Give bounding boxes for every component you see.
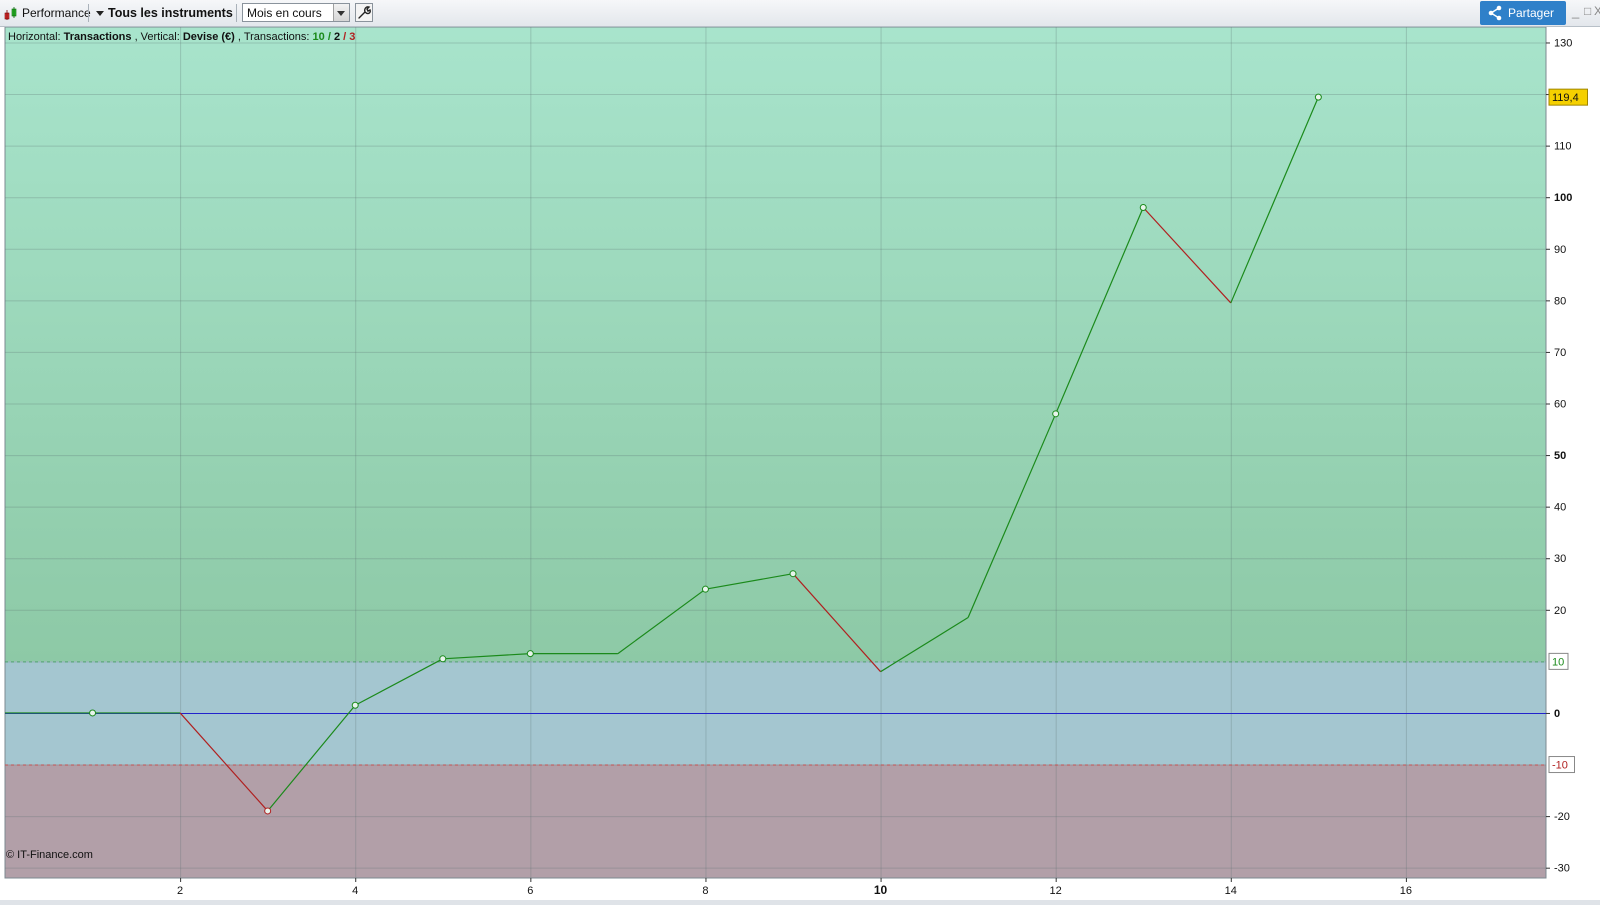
x-tick-label: 8	[702, 885, 708, 897]
loss-zone	[5, 764, 1546, 878]
info-h-value: Transactions	[64, 31, 132, 43]
select-dropdown-button[interactable]	[333, 4, 349, 21]
toolbar-divider	[88, 4, 89, 22]
maximize-icon[interactable]: □	[1584, 4, 1591, 18]
x-axis-panel	[0, 879, 1600, 900]
chevron-down-icon	[337, 11, 345, 16]
data-point[interactable]	[89, 709, 97, 717]
y-tick-label: -20	[1554, 811, 1570, 823]
data-point[interactable]	[701, 585, 709, 593]
y-tick-label: 70	[1554, 347, 1566, 359]
info-v-prefix: , Vertical:	[135, 31, 183, 43]
data-point[interactable]	[351, 701, 359, 709]
x-tick-label: 14	[1225, 885, 1237, 897]
info-t-prefix: , Transactions:	[238, 31, 313, 43]
x-tick-label: 6	[527, 885, 533, 897]
x-tick-label: 16	[1400, 885, 1412, 897]
info-t-win: 10	[313, 31, 325, 43]
lower-threshold-label: -10	[1552, 760, 1568, 772]
share-icon	[1488, 5, 1502, 21]
y-tick-label: 30	[1554, 553, 1566, 565]
performance-chart[interactable]: -30-200203040506070809010011012013024681…	[0, 26, 1600, 900]
y-tick-label: 20	[1554, 605, 1566, 617]
period-select[interactable]: Mois en cours	[242, 3, 350, 22]
last-value-label: 119,4	[1552, 92, 1579, 104]
chevron-down-icon	[96, 11, 104, 16]
toolbar-divider	[236, 4, 237, 22]
performance-icon	[4, 7, 17, 20]
info-t-loss: 3	[349, 31, 355, 43]
performance-menu[interactable]: Performance	[4, 3, 91, 23]
y-tick-label: 80	[1554, 295, 1566, 307]
x-tick-label: 12	[1050, 885, 1062, 897]
info-h-prefix: Horizontal:	[8, 31, 64, 43]
watermark: © IT-Finance.com	[6, 849, 93, 861]
period-select-value: Mois en cours	[247, 6, 322, 20]
x-tick-label: 4	[352, 885, 358, 897]
profit-zone	[5, 27, 1546, 662]
y-tick-label: 50	[1554, 450, 1566, 462]
y-tick-label: 100	[1554, 192, 1572, 204]
chart-info-bar: Horizontal: Transactions , Vertical: Dev…	[8, 31, 355, 43]
y-tick-label: -30	[1554, 863, 1570, 875]
data-point[interactable]	[1314, 93, 1322, 101]
y-tick-label: 110	[1554, 141, 1572, 153]
share-label: Partager	[1508, 6, 1555, 20]
settings-button[interactable]	[355, 3, 373, 22]
info-v-value: Devise (€)	[183, 31, 235, 43]
data-point[interactable]	[264, 807, 272, 815]
data-point[interactable]	[1052, 410, 1060, 418]
close-icon[interactable]: X	[1594, 4, 1600, 18]
data-point[interactable]	[1139, 204, 1147, 212]
info-t-neutral: 2	[334, 31, 340, 43]
data-point[interactable]	[526, 650, 534, 658]
wrench-icon	[358, 6, 371, 19]
instruments-label: Tous les instruments	[108, 6, 233, 20]
toolbar: Performance Tous les instruments Mois en…	[0, 0, 1600, 27]
y-tick-label: 130	[1554, 37, 1572, 49]
performance-label: Performance	[22, 6, 91, 20]
x-tick-label: 2	[177, 885, 183, 897]
data-point[interactable]	[439, 655, 447, 663]
x-tick-label: 10	[874, 883, 888, 897]
minimize-icon[interactable]: _	[1572, 4, 1579, 19]
y-tick-label: 90	[1554, 244, 1566, 256]
data-point[interactable]	[789, 570, 797, 578]
share-button[interactable]: Partager	[1480, 1, 1566, 25]
y-tick-label: 60	[1554, 399, 1566, 411]
instruments-dropdown[interactable]: Tous les instruments	[96, 3, 233, 23]
upper-threshold-label: 10	[1552, 656, 1564, 668]
chart-area[interactable]: -30-200203040506070809010011012013024681…	[0, 26, 1600, 900]
y-tick-label: 0	[1554, 708, 1560, 720]
y-tick-label: 40	[1554, 502, 1566, 514]
